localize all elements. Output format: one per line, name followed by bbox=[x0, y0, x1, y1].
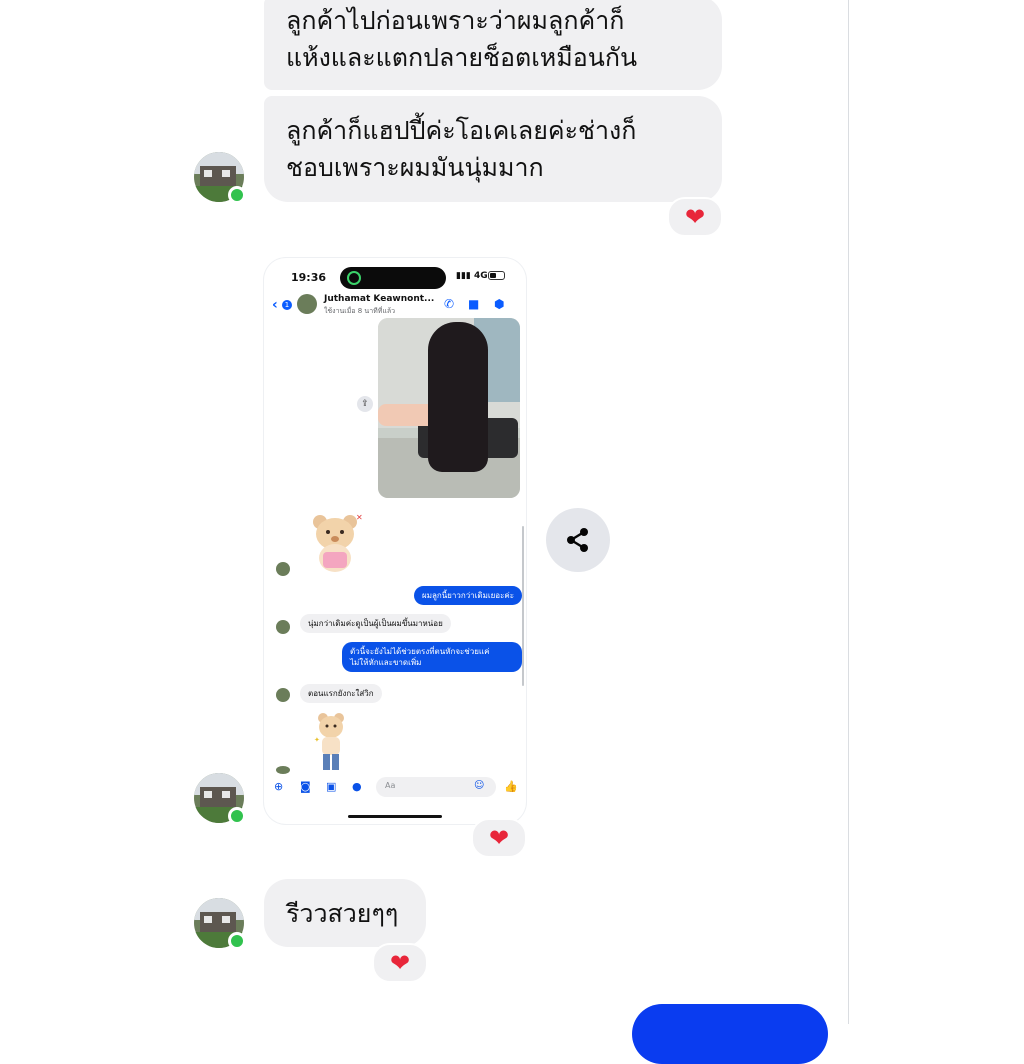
heart-icon: ❤ bbox=[684, 203, 706, 231]
contact-avatar bbox=[297, 294, 317, 314]
panel-divider bbox=[848, 0, 849, 1024]
message-line: ไม่ให้หักและขาดเพิ่ม bbox=[350, 658, 422, 667]
message-bubble-2[interactable]: ลูกค้าก็แฮปปี้ค่ะโอเคเลยค่ะช่างก็ ชอบเพร… bbox=[264, 96, 722, 202]
sender-mini-avatar bbox=[276, 562, 290, 576]
status-time: 19:36 bbox=[291, 271, 327, 284]
sender-mini-avatar bbox=[276, 688, 290, 702]
composer-bar: ⊕ ◙ ▣ ● Aa ☺ 👍 bbox=[264, 776, 526, 800]
share-icon bbox=[567, 528, 588, 552]
chat-header: ‹ 1 Juthamat Keawnont... ใช้งานเมื่อ 8 น… bbox=[264, 294, 526, 320]
bear-sticker: ✦ bbox=[314, 713, 344, 770]
incoming-message: ตอนแรกยังกะใส่วิก bbox=[300, 684, 382, 703]
svg-text:✦: ✦ bbox=[314, 736, 320, 744]
dynamic-island bbox=[340, 267, 446, 289]
call-indicator-icon bbox=[347, 271, 361, 285]
phone-icon: ✆ bbox=[444, 297, 455, 311]
reaction-badge[interactable]: ❤ bbox=[471, 818, 527, 858]
incoming-message: นุ่มกว่าเดิมค่ะดูเป็นผู้เป็นผมขึ้นมาหน่อ… bbox=[300, 614, 451, 633]
back-icon: ‹ bbox=[272, 297, 278, 313]
message-line: ตัวนี้จะยังไม่ได้ช่วยตรงที่ตนหักจะช่วยแค… bbox=[350, 647, 490, 656]
network-type: 4G bbox=[474, 271, 488, 281]
outgoing-message: ตัวนี้จะยังไม่ได้ช่วยตรงที่ตนหักจะช่วยแค… bbox=[342, 642, 522, 672]
outgoing-message: ผมลูกนี้ยาวกว่าเดิมเยอะค่ะ bbox=[414, 586, 523, 605]
status-bar: 19:36 ▮▮▮ 4G bbox=[264, 258, 526, 296]
video-icon: ■ bbox=[468, 297, 480, 311]
scrollbar bbox=[522, 526, 524, 686]
bear-sticker: ✕ bbox=[313, 513, 363, 572]
message-line: ลูกค้าก็แฮปปี้ค่ะโอเคเลยค่ะช่างก็ bbox=[286, 116, 637, 145]
outgoing-message-bubble[interactable] bbox=[632, 1004, 828, 1064]
sender-mini-avatar bbox=[276, 766, 290, 774]
hair-photo bbox=[378, 318, 520, 498]
forward-icon: ⇪ bbox=[357, 396, 373, 412]
reaction-badge[interactable]: ❤ bbox=[372, 943, 428, 983]
contact-name: Juthamat Keawnont... bbox=[324, 294, 435, 304]
home-indicator bbox=[348, 815, 442, 818]
online-indicator bbox=[228, 807, 246, 825]
message-line: ลูกค้าไปก่อนเพราะว่าผมลูกค้าก็ bbox=[286, 6, 625, 35]
plus-icon: ⊕ bbox=[274, 780, 284, 793]
message-input: Aa ☺ bbox=[376, 777, 496, 797]
back-count-badge: 1 bbox=[282, 300, 292, 310]
shield-icon: ⬢ bbox=[494, 297, 505, 311]
message-bubble-1[interactable]: ลูกค้าไปก่อนเพราะว่าผมลูกค้าก็ แห้งและแต… bbox=[264, 0, 722, 90]
online-indicator bbox=[228, 932, 246, 950]
emoji-icon: ☺ bbox=[474, 780, 485, 791]
heart-icon: ❤ bbox=[488, 824, 510, 852]
heart-icon: ❤ bbox=[389, 949, 411, 977]
share-button[interactable] bbox=[546, 508, 610, 572]
message-bubble-3[interactable]: รีววสวยๆๆ bbox=[264, 879, 426, 947]
online-indicator bbox=[228, 186, 246, 204]
sender-mini-avatar bbox=[276, 620, 290, 634]
message-line: รีววสวยๆๆ bbox=[286, 899, 399, 928]
input-placeholder: Aa bbox=[385, 781, 396, 790]
message-line: แห้งและแตกปลายช็อตเหมือนกัน bbox=[286, 43, 638, 72]
screenshot-image-message[interactable]: 19:36 ▮▮▮ 4G ‹ 1 Juthamat Keawnont... ใช… bbox=[264, 258, 526, 824]
message-line: ชอบเพราะผมมันนุ่มมาก bbox=[286, 153, 544, 182]
battery-icon bbox=[488, 271, 505, 280]
contact-status: ใช้งานเมื่อ 8 นาทีที่แล้ว bbox=[324, 307, 396, 315]
camera-icon: ◙ bbox=[300, 780, 311, 793]
thumbs-up-icon: 👍 bbox=[504, 780, 518, 793]
mic-icon: ● bbox=[352, 780, 362, 793]
image-icon: ▣ bbox=[326, 780, 337, 793]
network-label: ▮▮▮ 4G bbox=[456, 271, 488, 281]
reaction-badge[interactable]: ❤ bbox=[667, 197, 723, 237]
svg-text:✕: ✕ bbox=[356, 513, 363, 522]
signal-icon: ▮▮▮ bbox=[456, 271, 471, 281]
